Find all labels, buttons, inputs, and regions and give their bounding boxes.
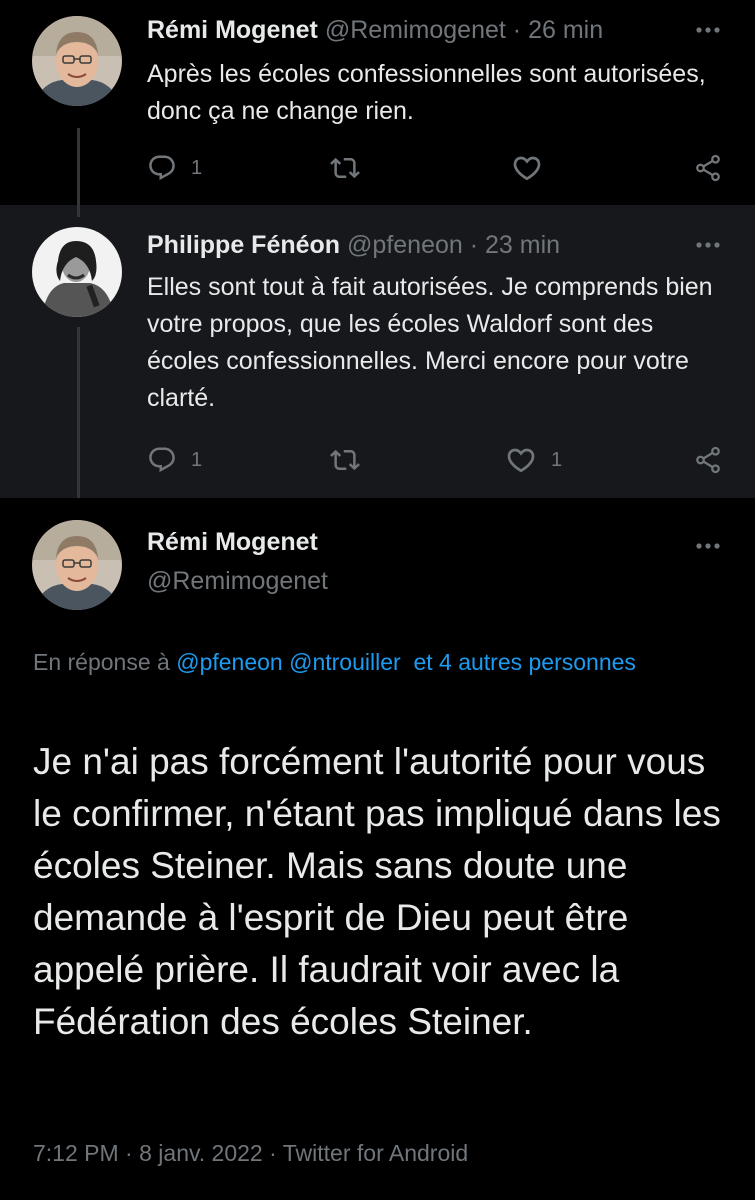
tweet-time[interactable]: 23 min	[485, 231, 560, 259]
focused-tweet: Rémi Mogenet @Remimogenet En réponse à @…	[0, 498, 755, 1200]
thread-line	[77, 327, 80, 498]
tweet-text: Après les écoles confessionnelles sont a…	[147, 60, 706, 125]
share-icon	[693, 445, 723, 475]
avatar-philippe	[32, 227, 122, 317]
heart-icon	[505, 444, 537, 476]
separator: ·	[512, 16, 522, 44]
author-handle[interactable]: @pfeneon	[347, 231, 463, 259]
thread-line	[77, 205, 80, 217]
more-icon	[693, 20, 723, 40]
heart-icon	[511, 152, 543, 184]
like-count: 1	[551, 448, 563, 471]
separator: ·	[269, 1140, 277, 1166]
avatar[interactable]	[32, 16, 122, 106]
retweet-button[interactable]	[330, 440, 360, 480]
avatar[interactable]	[32, 227, 122, 317]
reply-icon	[147, 445, 177, 475]
author-name[interactable]: Rémi Mogenet	[147, 16, 318, 44]
tweet-header: Philippe Fénéon @pfeneon · 23 min	[147, 231, 560, 260]
tweet-time[interactable]: 7:12 PM	[33, 1140, 119, 1166]
more-icon	[693, 536, 723, 556]
retweet-button[interactable]	[330, 148, 360, 188]
separator: ·	[469, 231, 479, 259]
reply-count: 1	[191, 448, 203, 471]
like-button[interactable]: 1	[505, 440, 562, 480]
author-name[interactable]: Rémi Mogenet	[147, 528, 318, 557]
reply-button[interactable]: 1	[147, 440, 202, 480]
avatar-remi	[32, 16, 122, 106]
reply-button[interactable]: 1	[147, 148, 202, 188]
tweet-actions: 1	[147, 148, 727, 188]
author-name[interactable]: Philippe Fénéon	[147, 231, 340, 259]
reply-icon	[147, 153, 177, 183]
tweet-text: Je n'ai pas forcément l'autorité pour vo…	[33, 741, 721, 1042]
reply-user-link[interactable]: @ntrouiller	[289, 649, 401, 675]
like-button[interactable]	[511, 148, 543, 188]
more-options-button[interactable]	[693, 536, 723, 556]
tweet-source[interactable]: Twitter for Android	[283, 1140, 468, 1166]
reply-prefix: En réponse à	[33, 649, 170, 675]
tweet-header: Rémi Mogenet @Remimogenet · 26 min	[147, 16, 603, 45]
tweet-time[interactable]: 26 min	[528, 16, 603, 44]
share-button[interactable]	[693, 440, 723, 480]
retweet-icon	[330, 153, 360, 183]
reply-count: 1	[191, 156, 203, 179]
thread-line	[77, 128, 80, 205]
tweet-actions: 1 1	[147, 440, 727, 480]
reply-context: En réponse à @pfeneon @ntrouiller et 4 a…	[33, 644, 673, 680]
more-options-button[interactable]	[693, 20, 723, 40]
more-options-button[interactable]	[693, 235, 723, 255]
reply-user-link[interactable]: @pfeneon	[176, 649, 283, 675]
author-handle[interactable]: @Remimogenet	[325, 16, 506, 44]
avatar-remi	[32, 520, 122, 610]
retweet-icon	[330, 445, 360, 475]
tweet-metadata: 7:12 PM · 8 janv. 2022 · Twitter for And…	[33, 1140, 468, 1167]
reply-others-link[interactable]: et 4 autres personnes	[413, 649, 635, 675]
tweet-2[interactable]: Philippe Fénéon @pfeneon · 23 min Elles …	[0, 205, 755, 498]
share-icon	[693, 153, 723, 183]
avatar[interactable]	[32, 520, 122, 610]
separator: ·	[125, 1140, 133, 1166]
tweet-date[interactable]: 8 janv. 2022	[139, 1140, 263, 1166]
tweet-1[interactable]: Rémi Mogenet @Remimogenet · 26 min Après…	[0, 0, 755, 205]
author-handle[interactable]: @Remimogenet	[147, 567, 328, 596]
tweet-text: Elles sont tout à fait autorisées. Je co…	[147, 273, 713, 412]
more-icon	[693, 235, 723, 255]
share-button[interactable]	[693, 148, 723, 188]
